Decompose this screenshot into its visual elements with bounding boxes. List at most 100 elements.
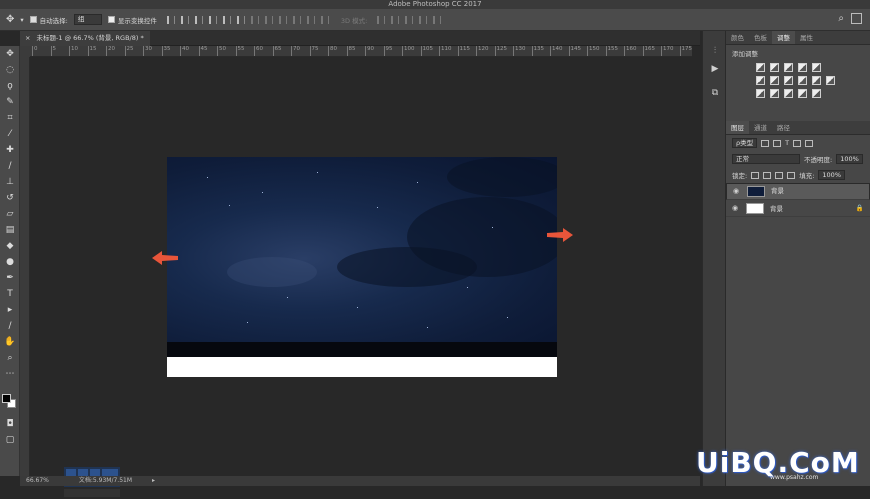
properties-icon[interactable]: ⫶ xyxy=(709,45,721,57)
move-tool-icon[interactable]: ✥ xyxy=(6,14,14,25)
filter-smart-icon[interactable] xyxy=(805,139,814,147)
fill-input[interactable]: 100% xyxy=(818,170,845,180)
auto-select-dropdown[interactable]: 组 xyxy=(73,14,102,25)
hue-saturation-icon[interactable] xyxy=(756,76,765,85)
gradient-tool-icon[interactable]: ▤ xyxy=(3,224,17,236)
align-right-icon[interactable] xyxy=(236,15,245,24)
distribute-right-icon[interactable] xyxy=(320,15,329,24)
marquee-tool-icon[interactable]: ◌ xyxy=(3,64,17,76)
tab-layers[interactable]: 图层 xyxy=(726,121,749,134)
zoom-readout[interactable]: 66.67% xyxy=(26,476,49,486)
dodge-tool-icon[interactable]: ● xyxy=(3,256,17,268)
filter-pixel-icon[interactable] xyxy=(761,139,770,147)
color-balance-icon[interactable] xyxy=(770,76,779,85)
eye-icon[interactable]: ◉ xyxy=(733,187,741,196)
distribute-hcenter-icon[interactable] xyxy=(306,15,315,24)
path-select-icon[interactable]: ▸ xyxy=(3,304,17,316)
status-arrow-icon[interactable]: ▸ xyxy=(152,476,155,486)
gradient-map-icon[interactable] xyxy=(798,89,807,98)
curves-icon[interactable] xyxy=(784,63,793,72)
black-white-icon[interactable] xyxy=(784,76,793,85)
auto-select-checkbox[interactable] xyxy=(29,16,37,23)
eye-icon[interactable]: ◉ xyxy=(732,204,740,212)
lasso-tool-icon[interactable]: ϙ xyxy=(3,80,17,92)
more-tools-icon[interactable]: ⋯ xyxy=(3,368,17,380)
photo-filter-icon[interactable] xyxy=(798,76,807,85)
tab-adjustments[interactable]: 调整 xyxy=(772,31,795,44)
line-tool-icon[interactable]: ∕ xyxy=(3,320,17,332)
brightness-icon[interactable] xyxy=(756,63,765,72)
filter-shape-icon[interactable] xyxy=(793,139,802,147)
align-hcenter-icon[interactable] xyxy=(222,15,231,24)
invert-icon[interactable] xyxy=(756,89,765,98)
eyedropper-tool-icon[interactable]: ⁄ xyxy=(3,128,17,140)
pen-tool-icon[interactable]: ✒ xyxy=(3,272,17,284)
distribute-left-icon[interactable] xyxy=(292,15,301,24)
lock-position-icon[interactable] xyxy=(775,171,784,179)
brush-tool-icon[interactable]: ∕ xyxy=(3,160,17,172)
align-top-icon[interactable] xyxy=(166,15,175,24)
3d-drag-icon[interactable] xyxy=(405,15,414,24)
vertical-ruler[interactable] xyxy=(20,57,30,477)
align-vcenter-icon[interactable] xyxy=(180,15,189,24)
tab-color[interactable]: 颜色 xyxy=(726,31,749,44)
opacity-input[interactable]: 100% xyxy=(836,154,863,164)
vibrance-icon[interactable] xyxy=(812,63,821,72)
screen-mode-icon[interactable]: ▢ xyxy=(3,434,17,446)
posterize-icon[interactable] xyxy=(770,89,779,98)
blur-tool-icon[interactable]: ◆ xyxy=(3,240,17,252)
healing-brush-icon[interactable]: ✚ xyxy=(3,144,17,156)
play-icon[interactable]: ▶ xyxy=(709,63,721,75)
crop-tool-icon[interactable]: ⌗ xyxy=(3,112,17,124)
auto-select-toggle[interactable]: 自动选择: xyxy=(29,15,68,25)
distribute-top-icon[interactable] xyxy=(250,15,259,24)
selective-color-icon[interactable] xyxy=(812,89,821,98)
distribute-bottom-icon[interactable] xyxy=(278,15,287,24)
3d-rotate-icon[interactable] xyxy=(377,15,386,24)
chevron-down-icon[interactable]: ▾ xyxy=(20,16,23,24)
tab-properties[interactable]: 属性 xyxy=(795,31,818,44)
horizontal-ruler[interactable]: 0 5 10 15 20 25 30 35 40 45 50 55 60 65 70 75 80 85 90 95 10… xyxy=(30,46,692,57)
blend-mode-select[interactable]: 正常 xyxy=(732,154,800,164)
workspace-icon[interactable] xyxy=(851,13,862,24)
history-brush-icon[interactable]: ↺ xyxy=(3,192,17,204)
quick-mask-icon[interactable]: ◘ xyxy=(3,418,17,430)
align-bottom-icon[interactable] xyxy=(194,15,203,24)
3d-roll-icon[interactable] xyxy=(391,15,400,24)
hand-tool-icon[interactable]: ✋ xyxy=(3,336,17,348)
filter-type-icon[interactable]: T xyxy=(785,139,789,147)
filter-adjustment-icon[interactable] xyxy=(773,139,782,147)
search-icon[interactable]: ⌕ xyxy=(838,13,844,24)
color-lookup-icon[interactable] xyxy=(826,76,835,85)
tab-paths[interactable]: 路径 xyxy=(772,121,795,134)
lock-all-icon[interactable] xyxy=(787,171,796,179)
close-icon[interactable]: × xyxy=(25,34,30,42)
exposure-icon[interactable] xyxy=(798,63,807,72)
type-tool-icon[interactable]: T xyxy=(3,288,17,300)
layer-row[interactable]: ◉ 背景 xyxy=(726,183,870,200)
layer-filter-select[interactable]: ρ类型 xyxy=(732,138,758,148)
zoom-tool-icon[interactable]: ⌕ xyxy=(3,352,17,364)
threshold-icon[interactable] xyxy=(784,89,793,98)
show-transform-checkbox[interactable] xyxy=(107,16,115,23)
align-left-icon[interactable] xyxy=(208,15,217,24)
eraser-tool-icon[interactable]: ▱ xyxy=(3,208,17,220)
document-canvas[interactable] xyxy=(167,157,557,377)
3d-scale-icon[interactable] xyxy=(433,15,442,24)
foreground-color-swatch[interactable] xyxy=(2,394,11,403)
show-transform-toggle[interactable]: 显示变换控件 xyxy=(107,15,157,25)
move-tool-icon[interactable]: ✥ xyxy=(3,48,17,60)
tab-channels[interactable]: 通道 xyxy=(749,121,772,134)
3d-slide-icon[interactable] xyxy=(419,15,428,24)
document-tab[interactable]: × 未标题-1 @ 66.7% (背景, RGB/8) * xyxy=(20,31,150,46)
channel-mixer-icon[interactable] xyxy=(812,76,821,85)
distribute-vcenter-icon[interactable] xyxy=(264,15,273,24)
quick-select-tool-icon[interactable]: ✎ xyxy=(3,96,17,108)
lock-pixels-icon[interactable] xyxy=(763,171,772,179)
history-icon[interactable]: ⧉ xyxy=(709,87,721,99)
levels-icon[interactable] xyxy=(770,63,779,72)
clone-stamp-icon[interactable]: ⊥ xyxy=(3,176,17,188)
canvas-workspace[interactable] xyxy=(30,57,692,497)
tab-swatches[interactable]: 色板 xyxy=(749,31,772,44)
lock-transparency-icon[interactable] xyxy=(751,171,760,179)
